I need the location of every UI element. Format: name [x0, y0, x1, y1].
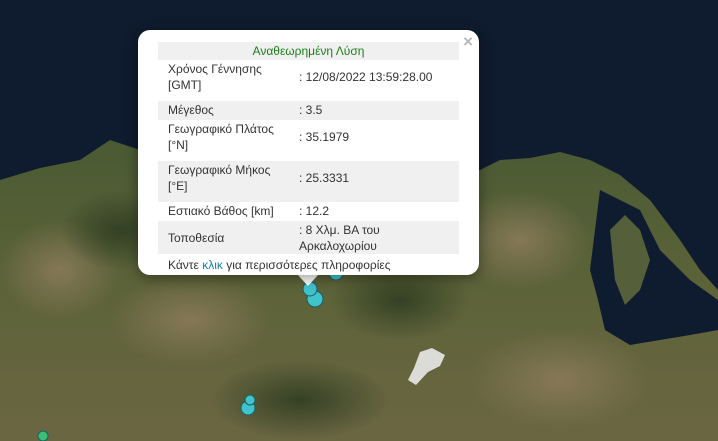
value-latitude: : 35.1979 — [299, 130, 350, 144]
table-row: Μέγεθος : 3.5 — [158, 101, 459, 120]
table-row: Γεωγραφικό Πλάτος [°N] : 35.1979 — [158, 120, 459, 161]
popup-pointer — [297, 274, 319, 286]
value-origin-time: : 12/08/2022 13:59:28.00 — [299, 70, 433, 84]
value-magnitude: : 3.5 — [293, 101, 459, 120]
earthquake-marker-southwest-small[interactable] — [244, 394, 256, 406]
close-icon[interactable]: × — [463, 33, 473, 51]
label-location: Τοποθεσία — [158, 221, 293, 254]
table-row: Εστιακό Βάθος [km] : 12.2 — [158, 202, 459, 221]
table-row: Χρόνος Γέννησης [GMT] : 12/08/2022 13:59… — [158, 60, 459, 101]
table-row: Τοποθεσία : 8 Χλμ. ΒΑ του Αρκαλοχωρίου — [158, 221, 459, 254]
value-location: : 8 Χλμ. ΒΑ του Αρκαλοχωρίου — [293, 221, 459, 254]
details-table: Χρόνος Γέννησης [GMT] : 12/08/2022 13:59… — [158, 60, 459, 254]
value-longitude: : 25.3331 — [293, 161, 459, 202]
earthquake-marker-bottom-left[interactable] — [37, 430, 49, 441]
more-info-link[interactable]: κλικ — [202, 258, 223, 272]
more-info-text: Κάντε κλικ για περισσότερες πληροφορίες — [168, 258, 391, 272]
popup-title: Αναθεωρημένη Λύση — [158, 42, 459, 60]
earthquake-popup: × Αναθεωρημένη Λύση Χρόνος Γέννησης [GMT… — [138, 30, 479, 275]
label-origin-time: Χρόνος Γέννησης [GMT] — [168, 62, 262, 92]
label-longitude: Γεωγραφικό Μήκος [°E] — [158, 161, 293, 202]
label-depth: Εστιακό Βάθος [km] — [168, 204, 274, 218]
label-magnitude: Μέγεθος — [158, 101, 293, 120]
label-latitude: Γεωγραφικό Πλάτος [°N] — [168, 122, 274, 152]
table-row: Γεωγραφικό Μήκος [°E] : 25.3331 — [158, 161, 459, 202]
value-depth: : 12.2 — [299, 204, 330, 218]
